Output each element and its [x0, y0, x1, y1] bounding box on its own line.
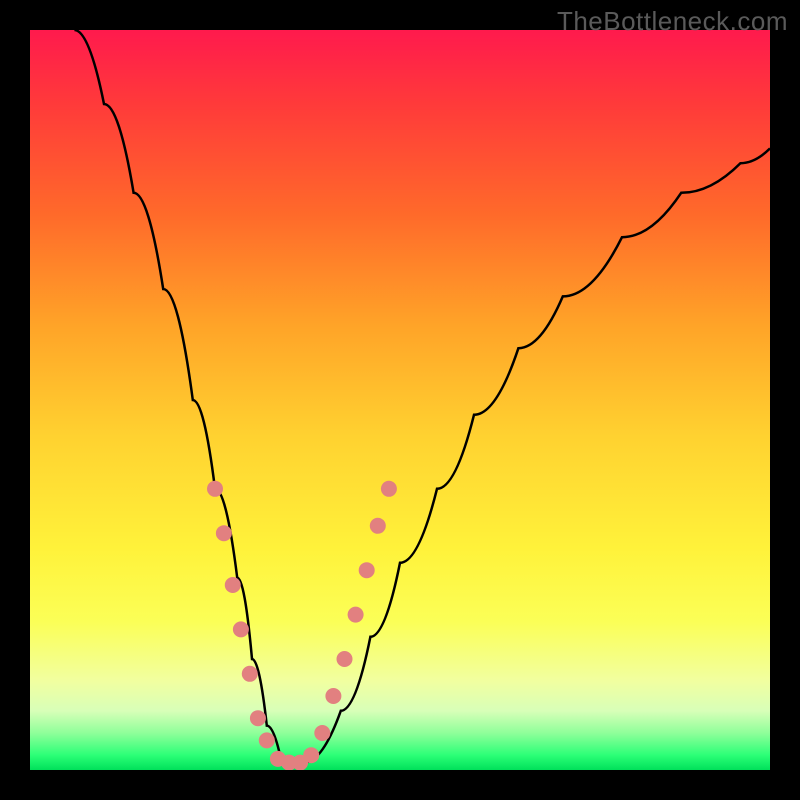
marker-dot: [216, 525, 232, 541]
marker-dot: [359, 562, 375, 578]
chart-svg: [30, 30, 770, 770]
marker-dot: [225, 577, 241, 593]
marker-dot: [325, 688, 341, 704]
marker-dot: [370, 518, 386, 534]
marker-dot: [337, 651, 353, 667]
marker-dot: [314, 725, 330, 741]
marker-dot: [259, 732, 275, 748]
marker-dot: [348, 607, 364, 623]
marker-dot: [381, 481, 397, 497]
watermark-text: TheBottleneck.com: [557, 6, 788, 37]
marker-dot: [207, 481, 223, 497]
bottleneck-curve: [74, 30, 770, 763]
marker-dots: [207, 481, 397, 770]
marker-dot: [303, 747, 319, 763]
marker-dot: [250, 710, 266, 726]
marker-dot: [233, 621, 249, 637]
marker-dot: [242, 666, 258, 682]
